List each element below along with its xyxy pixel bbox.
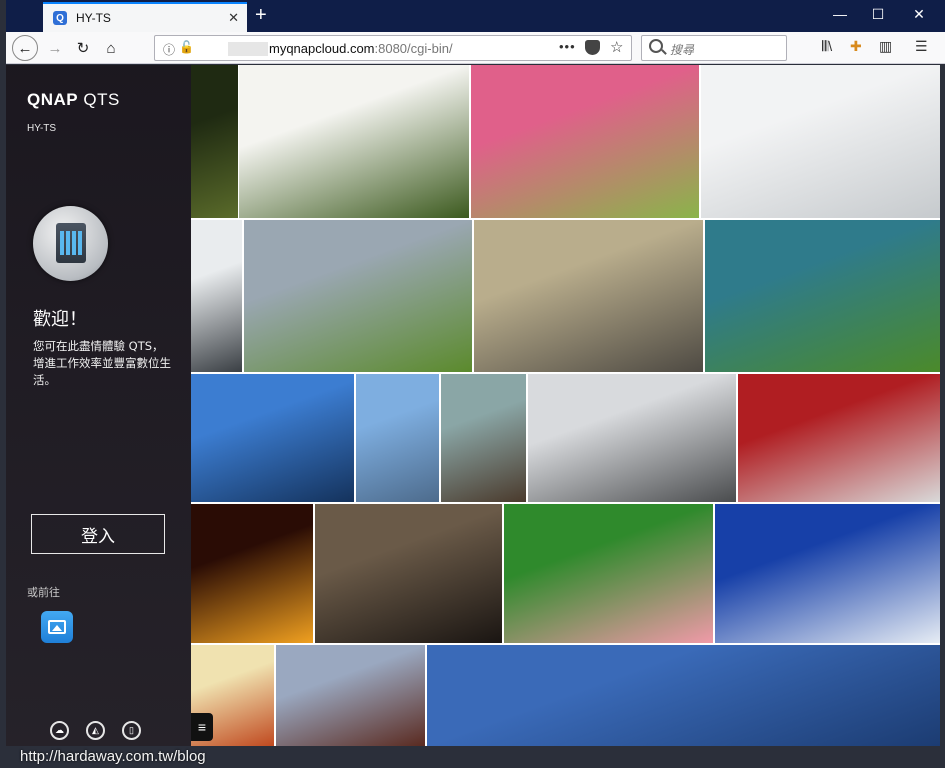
photo-brick-warehouse: [276, 645, 425, 746]
photo-rock-shore: [441, 374, 526, 502]
url-bar[interactable]: ⓘ 🔓 myqnapcloud.com:8080/cgi-bin/ ••• ☆: [154, 35, 632, 61]
photo-blue-sky-cliff: [715, 504, 940, 643]
close-window-button[interactable]: ✕: [909, 6, 929, 23]
nas-device-icon: [33, 206, 108, 281]
brand-bold: QNAP: [27, 90, 79, 109]
forward-arrow-icon[interactable]: →: [44, 37, 66, 59]
qnap-favicon-icon: Q: [53, 11, 67, 25]
redacted-subdomain: [228, 42, 268, 56]
brand-light: QTS: [78, 90, 120, 109]
insecure-lock-icon[interactable]: 🔓: [179, 40, 194, 54]
photo-harbor-boat: [356, 374, 439, 502]
photo-sky-panorama: [427, 645, 940, 746]
minimize-button[interactable]: —: [830, 6, 850, 22]
bookmark-star-icon[interactable]: ☆: [610, 38, 623, 56]
back-arrow-icon[interactable]: ←: [12, 35, 38, 61]
menu-icon[interactable]: ☰: [915, 38, 928, 55]
photo-carousel: [191, 504, 313, 643]
qnap-qts-logo: QNAP QTS: [27, 90, 120, 110]
goto-label: 或前往: [27, 586, 60, 599]
photo-pink-flower: [504, 504, 713, 643]
photo-foggy-pier: [701, 65, 940, 218]
book-icon[interactable]: ▯: [122, 721, 141, 740]
photo-pink-blossom: [471, 65, 699, 218]
maximize-button[interactable]: ☐: [868, 6, 888, 23]
library-icon[interactable]: 𝄃𝄃\: [822, 38, 832, 55]
cloud-icon[interactable]: ☁: [50, 721, 69, 740]
navigation-toolbar: ← → ↻ ⌂ ⓘ 🔓 myqnapcloud.com:8080/cgi-bin…: [6, 32, 945, 64]
photo-red-tractor: [244, 220, 472, 372]
search-icon: [649, 39, 663, 53]
qts-login-page: QNAP QTS HY-TS 歡迎！ 您可在此盡情體驗 QTS，增進工作效率並豐…: [6, 65, 940, 746]
info-icon[interactable]: ⓘ: [163, 41, 175, 58]
login-panel: QNAP QTS HY-TS 歡迎！ 您可在此盡情體驗 QTS，增進工作效率並豐…: [6, 65, 191, 746]
photo-race-car: [738, 374, 940, 502]
menu-toggle-button[interactable]: ≡: [191, 713, 213, 741]
photo-white-cyclamen: [239, 65, 469, 218]
tab-close-icon[interactable]: ✕: [228, 10, 239, 26]
site-watermark: http://hardaway.com.tw/blog: [20, 748, 206, 765]
search-bar[interactable]: 搜尋: [641, 35, 787, 61]
welcome-heading: 歡迎！: [33, 309, 87, 330]
photo-ocean-waves: [191, 220, 242, 372]
photo-stilt-houses: [191, 374, 354, 502]
compass-icon[interactable]: ◭: [86, 721, 105, 740]
welcome-description: 您可在此盡情體驗 QTS，增進工作效率並豐富數位生活。: [33, 339, 171, 387]
photo-canal-warehouses: [528, 374, 736, 502]
tab-strip: Q HY-TS ✕ + — ☐ ✕: [6, 0, 945, 32]
tab-hy-ts[interactable]: Q HY-TS ✕: [43, 2, 247, 32]
extension-icon[interactable]: ✚: [850, 38, 862, 55]
search-placeholder: 搜尋: [670, 43, 695, 57]
browser-window: Q HY-TS ✕ + — ☐ ✕ ← → ↻ ⌂ ⓘ 🔓 myqnapclou…: [0, 0, 945, 768]
home-icon[interactable]: ⌂: [100, 37, 122, 59]
url-text[interactable]: myqnapcloud.com:8080/cgi-bin/: [269, 41, 453, 56]
url-path: :8080/cgi-bin/: [374, 41, 453, 56]
page-actions-icon[interactable]: •••: [559, 39, 576, 54]
pocket-icon[interactable]: [585, 40, 600, 55]
photo-street-intersection: [474, 220, 703, 372]
photo-rainy-window: [315, 504, 502, 643]
sidebar-icon[interactable]: ▥: [879, 38, 892, 55]
tab-title: HY-TS: [76, 11, 111, 25]
photo-tree-reflection: [191, 65, 238, 218]
new-tab-button[interactable]: +: [255, 4, 267, 26]
reload-icon[interactable]: ↻: [72, 37, 94, 59]
photo-stone-fish-weir: [705, 220, 940, 372]
login-button[interactable]: 登入: [31, 514, 165, 554]
url-host: myqnapcloud.com: [269, 41, 375, 56]
photo-station-icon[interactable]: [41, 611, 73, 643]
hostname: HY-TS: [27, 123, 57, 134]
